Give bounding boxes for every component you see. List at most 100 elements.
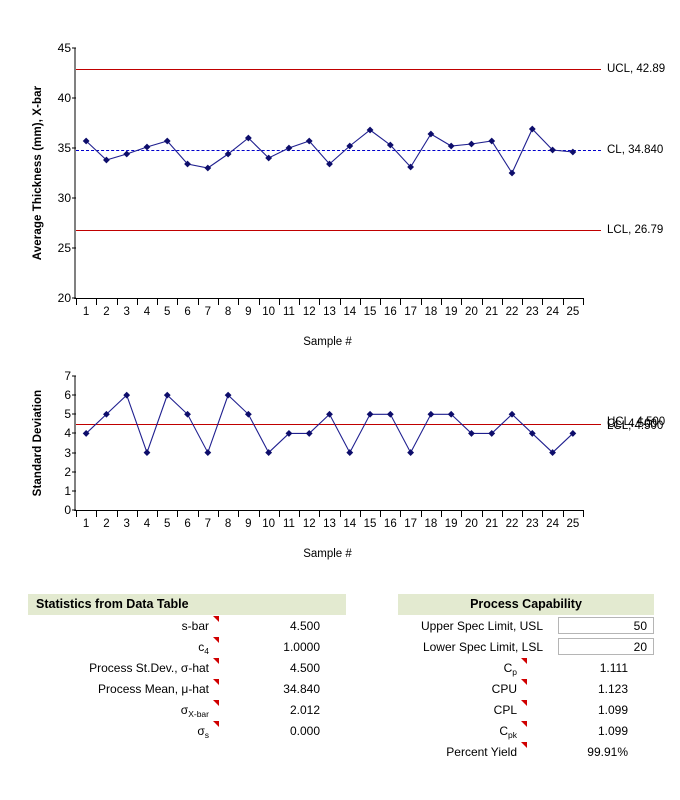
xbar-y-tick-label: 45 xyxy=(57,41,71,55)
capability-table-row-value: 1.111 xyxy=(599,660,628,675)
comment-marker-icon xyxy=(212,615,224,636)
statistics-table-row-value: 4.500 xyxy=(289,660,320,675)
s-x-tick-mark xyxy=(583,510,584,517)
spc-dashboard: Average Thickness (mm), X-bar 20 25 30 35 40… xyxy=(0,0,680,800)
xbar-y-tick-label: 35 xyxy=(57,141,71,155)
s-x-tick-label: 23 xyxy=(525,518,539,530)
s-control-chart: Standard Deviation 0 1 2 3 4 5 6 7 1 2 3 4 5 6 7 8 9 10 11… xyxy=(18,358,665,560)
xbar-data-point xyxy=(204,164,212,172)
xbar-x-tick-mark xyxy=(136,298,138,305)
xbar-x-tick-label: 25 xyxy=(566,306,580,318)
xbar-data-point xyxy=(285,144,293,152)
xbar-x-tick-label: 15 xyxy=(363,306,377,318)
s-series-line xyxy=(85,394,574,455)
capability-table-row-label: Cpk xyxy=(499,723,517,740)
s-x-tick-label: 9 xyxy=(245,518,252,530)
xbar-x-axis-title: Sample # xyxy=(303,336,352,348)
s-y-tick-label: 2 xyxy=(64,464,71,479)
statistics-table-header: Statistics from Data Table xyxy=(28,594,346,615)
capability-table-row-value: 1.123 xyxy=(597,681,628,696)
s-x-tick-mark xyxy=(359,510,361,517)
capability-table-row-value: 1.099 xyxy=(597,723,628,738)
xbar-x-tick-mark xyxy=(583,298,584,305)
s-x-tick-label: 19 xyxy=(444,518,458,530)
s-x-tick-mark xyxy=(441,510,443,517)
s-x-tick-mark xyxy=(197,510,199,517)
xbar-x-tick-mark xyxy=(481,298,483,305)
s-x-tick-label: 17 xyxy=(404,518,418,530)
xbar-x-tick-label: 9 xyxy=(245,306,252,318)
xbar-x-tick-label: 2 xyxy=(103,306,110,318)
xbar-x-tick-label: 24 xyxy=(546,306,559,318)
statistics-table-row-value: 1.0000 xyxy=(283,639,320,654)
s-x-tick-mark xyxy=(157,510,159,517)
xbar-x-tick-label: 20 xyxy=(465,306,478,318)
xbar-x-tick-label: 6 xyxy=(184,306,191,318)
statistics-table-body: s-bar 4.500 c4 1.0000 Process St.Dev., σ-hat… xyxy=(28,615,346,741)
xbar-x-tick-mark xyxy=(522,298,524,305)
xbar-data-point xyxy=(508,169,516,177)
xbar-x-tick-mark xyxy=(501,298,503,305)
capability-table-row-label: CPU xyxy=(491,681,517,696)
s-x-tick-label: 24 xyxy=(546,518,559,530)
s-data-point xyxy=(386,410,394,418)
capability-table-header: Process Capability xyxy=(398,594,654,615)
statistics-table-row: σX-bar 2.012 xyxy=(28,699,346,720)
s-data-point xyxy=(143,449,151,456)
statistics-table-row: Process St.Dev., σ-hat 4.500 xyxy=(28,657,346,678)
xbar-y-tick-label: 25 xyxy=(57,241,71,255)
xbar-x-tick-label: 23 xyxy=(525,306,539,318)
s-x-tick-label: 7 xyxy=(204,518,212,530)
s-x-tick-label: 4 xyxy=(143,518,151,530)
xbar-ucl-label: UCL, 42.89 xyxy=(607,63,666,76)
s-x-tick-label: 16 xyxy=(383,518,397,530)
xbar-data-point xyxy=(123,150,131,158)
s-x-tick-mark xyxy=(136,510,138,517)
comment-marker-icon xyxy=(520,720,532,741)
process-capability-table: Process Capability Upper Spec Limit, USL… xyxy=(398,594,654,762)
xbar-x-tick-label: 16 xyxy=(383,306,397,318)
capability-table-row-value[interactable]: 20 xyxy=(558,638,654,655)
s-data-point xyxy=(427,410,435,418)
s-x-tick-mark xyxy=(96,510,98,517)
capability-table-row-label: Percent Yield xyxy=(446,744,517,759)
s-y-tick-label: 6 xyxy=(64,388,71,403)
statistics-table-row: Process Mean, μ-hat 34.840 xyxy=(28,678,346,699)
statistics-table-row: c4 1.0000 xyxy=(28,636,346,657)
xbar-x-tick-mark xyxy=(157,298,159,305)
s-x-tick-mark xyxy=(481,510,483,517)
xbar-data-series xyxy=(82,125,577,177)
s-x-tick-label: 8 xyxy=(224,518,232,530)
xbar-x-tick-label: 13 xyxy=(323,306,336,318)
statistics-table-row-label: c4 xyxy=(198,639,209,656)
s-x-tick-mark xyxy=(420,510,422,517)
s-x-tick-label: 15 xyxy=(363,518,377,530)
s-x-tick-mark xyxy=(562,510,564,517)
xbar-x-tick-mark xyxy=(461,298,463,305)
xbar-x-tick-mark xyxy=(542,298,544,305)
xbar-x-tick-label: 10 xyxy=(262,306,276,318)
xbar-x-tick-mark xyxy=(116,298,118,305)
s-x-tick-mark xyxy=(177,510,179,517)
s-data-point xyxy=(407,449,415,456)
statistics-table-row: s-bar 4.500 xyxy=(28,615,346,636)
s-x-tick-label: 6 xyxy=(184,518,191,530)
s-y-tick-label: 0 xyxy=(64,503,71,517)
comment-marker-icon xyxy=(212,699,224,720)
comment-marker-icon xyxy=(212,657,224,678)
s-data-point xyxy=(204,449,212,456)
capability-table-row: CPL 1.099 xyxy=(398,699,654,720)
s-x-tick-label: 12 xyxy=(302,518,316,530)
xbar-lcl-label: LCL, 26.79 xyxy=(607,224,664,237)
capability-table-row-value[interactable]: 50 xyxy=(558,617,654,634)
capability-table-row-label: Cp xyxy=(503,660,517,677)
xbar-x-tick-label: 3 xyxy=(123,306,130,318)
xbar-data-point xyxy=(427,130,435,138)
comment-marker-icon xyxy=(520,699,532,720)
statistics-table-row-label: σs xyxy=(197,723,209,740)
capability-table-row: Lower Spec Limit, LSL 20 xyxy=(398,636,654,657)
xbar-x-tick-label: 14 xyxy=(343,306,357,318)
s-x-tick-mark xyxy=(76,510,77,517)
xbar-x-tick-mark xyxy=(359,298,361,305)
capability-table-row-value: 1.099 xyxy=(597,702,628,717)
